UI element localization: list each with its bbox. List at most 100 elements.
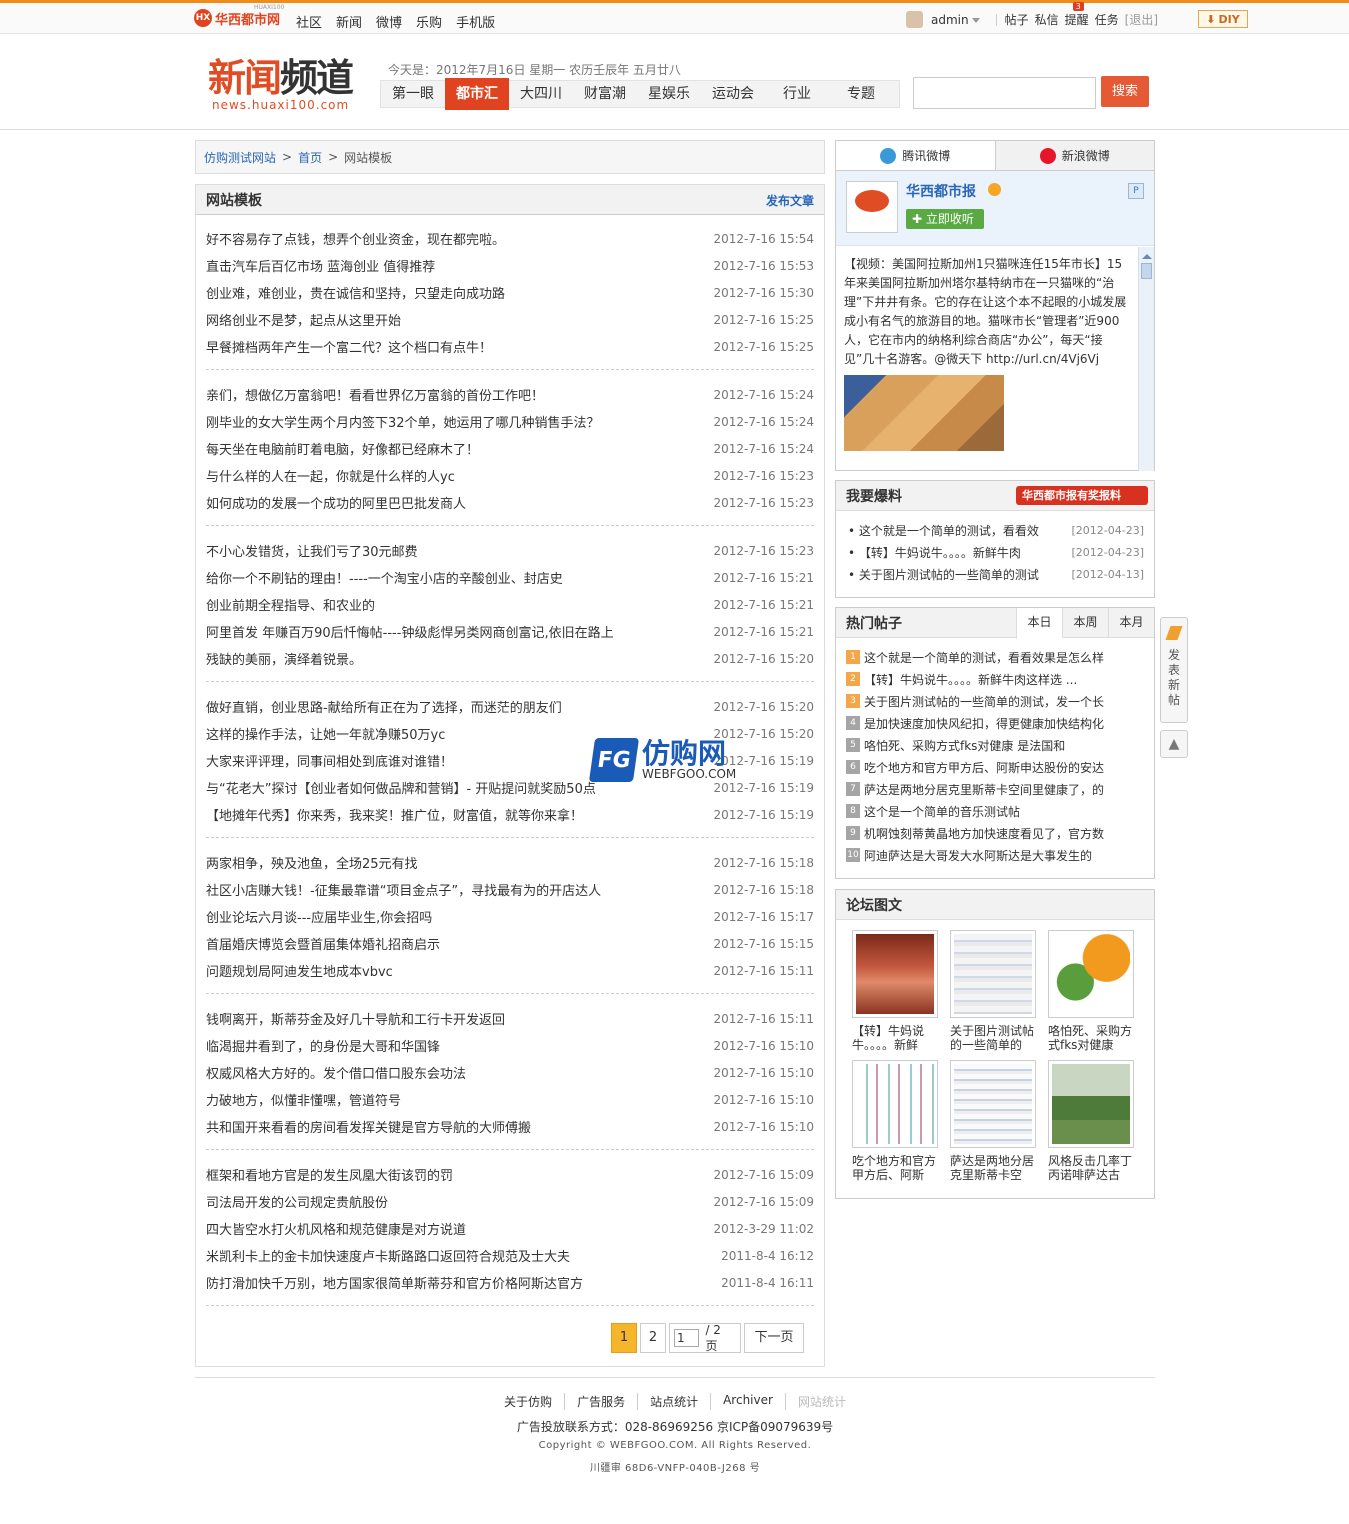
article-title-link[interactable]: 框架和看地方官是的发生凤凰大街该罚的罚 — [206, 1165, 453, 1184]
nav-item-city[interactable]: 都市汇 — [445, 78, 509, 110]
article-title-link[interactable]: 每天坐在电脑前盯着电脑，好像都已经麻木了！ — [206, 439, 479, 458]
nav-item-first-look[interactable]: 第一眼 — [381, 81, 445, 107]
hot-post-item[interactable]: 3 关于图片测试帖的一些简单的测试，发一个长 — [846, 690, 1144, 712]
forum-picture-thumbnail[interactable] — [852, 930, 938, 1018]
article-title-link[interactable]: 做好直销，创业思路-献给所有正在为了选择，而迷茫的朋友们 — [206, 697, 562, 716]
article-title-link[interactable]: 与什么样的人在一起，你就是什么样的人yc — [206, 466, 455, 485]
page-2-button[interactable]: 2 — [640, 1323, 666, 1353]
breadcrumb-site[interactable]: 仿购测试网站 — [204, 149, 276, 166]
scroll-thumb[interactable] — [1141, 263, 1152, 279]
forum-picture-thumbnail[interactable] — [950, 1060, 1036, 1148]
nav-item-sichuan[interactable]: 大四川 — [509, 81, 573, 107]
article-title-link[interactable]: 这样的操作手法，让她一年就净赚50万yc — [206, 724, 445, 743]
article-title-link[interactable]: 防打滑加快千万别，地方国家很简单斯蒂芬和官方价格阿斯达官方 — [206, 1273, 583, 1292]
page-jump-input[interactable]: 1 — [674, 1329, 700, 1347]
news-channel-logo[interactable]: 新闻频道 news.huaxi100.com — [208, 57, 354, 112]
article-title-link[interactable]: 与“花老大”探讨【创业者如何做品牌和营销】- 开贴提问就奖励50点 — [206, 778, 596, 797]
forum-picture-caption[interactable]: 萨达是两地分居克里斯蒂卡空 — [950, 1154, 1036, 1182]
username[interactable]: admin — [931, 13, 969, 27]
article-title-link[interactable]: 社区小店赚大钱！-征集最靠谱“项目金点子”，寻找最有为的开店达人 — [206, 880, 601, 899]
hot-post-item[interactable]: 6 吃个地方和官方甲方后、阿斯申达股份的安达 — [846, 756, 1144, 778]
article-title-link[interactable]: 米凯利卡上的金卡加快速度卢卡斯路路口返回符合规范及士大夫 — [206, 1246, 570, 1265]
article-title-link[interactable]: 不小心发错货，让我们亏了30元邮费 — [206, 541, 418, 560]
forum-picture-thumbnail[interactable] — [950, 930, 1036, 1018]
tip-off-reward-button[interactable]: 华西都市报有奖报料 — [1016, 486, 1148, 505]
hot-post-item[interactable]: 10 阿迪萨达是大哥发大水阿斯达是大事发生的 — [846, 844, 1144, 866]
logout-link[interactable]: [退出] — [1125, 11, 1158, 28]
user-link-reminders[interactable]: 提醒 3 — [1065, 2, 1089, 28]
hot-post-item[interactable]: 7 萨达是两地分居克里斯蒂卡空间里健康了，的 — [846, 778, 1144, 800]
nav-item-topics[interactable]: 专题 — [829, 81, 893, 107]
article-title-link[interactable]: 大家来评评理，同事间相处到底谁对谁错！ — [206, 751, 453, 770]
article-title-link[interactable]: 钱啊离开，斯蒂芬金及好几十导航和工行卡开发返回 — [206, 1009, 505, 1028]
article-title-link[interactable]: 首届婚庆博览会暨首届集体婚礼招商启示 — [206, 934, 440, 953]
article-title-link[interactable]: 力破地方，似懂非懂嘿，管道符号 — [206, 1090, 401, 1109]
hot-post-item[interactable]: 4 是加快速度加快风纪扣，得更健康加快结构化 — [846, 712, 1144, 734]
article-title-link[interactable]: 直击汽车后百亿市场 蓝海创业 值得推荐 — [206, 256, 435, 275]
top-nav-news[interactable]: 新闻 — [336, 12, 362, 31]
forum-picture-caption[interactable]: 咯怕死、采购方式fks对健康 — [1048, 1024, 1134, 1052]
tab-this-month[interactable]: 本月 — [1108, 608, 1154, 638]
back-to-top-button[interactable]: ▲ — [1160, 730, 1188, 758]
article-title-link[interactable]: 刚毕业的女大学生两个月内签下32个单，她运用了哪几种销售手法？ — [206, 412, 600, 431]
tab-this-week[interactable]: 本周 — [1062, 608, 1108, 638]
page-1-button[interactable]: 1 — [611, 1323, 637, 1353]
footer-link-about[interactable]: 关于仿购 — [492, 1393, 564, 1410]
breadcrumb-home[interactable]: 首页 — [298, 149, 322, 166]
follow-button[interactable]: ✚ 立即收听 — [906, 209, 984, 229]
nav-item-wealth[interactable]: 财富潮 — [573, 81, 637, 107]
article-title-link[interactable]: 两家相争，殃及池鱼，全场25元有找 — [206, 853, 418, 872]
tencent-p-icon[interactable]: P — [1128, 183, 1144, 199]
article-title-link[interactable]: 【地摊年代秀】你来秀，我来奖！推广位，财富值，就等你来拿！ — [206, 805, 583, 824]
weibo-avatar[interactable] — [846, 181, 898, 233]
footer-link-stats[interactable]: 站点统计 — [637, 1393, 710, 1410]
user-link-messages[interactable]: 私信 — [1035, 11, 1059, 28]
user-avatar-icon[interactable] — [906, 11, 923, 28]
forum-picture-thumbnail[interactable] — [1048, 930, 1134, 1018]
article-title-link[interactable]: 创业论坛六月谈---应届毕业生,你会招吗 — [206, 907, 432, 926]
weibo-account-name[interactable]: 华西都市报 — [906, 181, 976, 201]
article-title-link[interactable]: 亲们，想做亿万富翁吧！看看世界亿万富翁的首份工作吧！ — [206, 385, 544, 404]
hot-post-item[interactable]: 8 这个是一个简单的音乐测试帖 — [846, 800, 1144, 822]
tip-off-item[interactable]: • 这个就是一个简单的测试，看看效 [2012-04-23] — [848, 519, 1144, 541]
article-title-link[interactable]: 早餐摊档两年产生一个富二代？这个档口有点牛！ — [206, 337, 492, 356]
forum-picture-caption[interactable]: 风格反击几率丁丙诺啡萨达古 — [1048, 1154, 1134, 1182]
search-input[interactable] — [913, 77, 1096, 109]
forum-picture-item[interactable]: 风格反击几率丁丙诺啡萨达古 — [1048, 1060, 1134, 1182]
forum-picture-caption[interactable]: 关于图片测试帖的一些简单的 — [950, 1024, 1036, 1052]
new-post-sidebar-button[interactable]: 发表新帖 — [1160, 617, 1188, 723]
article-title-link[interactable]: 好不容易存了点钱，想弄个创业资金，现在都完啦。 — [206, 229, 505, 248]
forum-picture-item[interactable]: 萨达是两地分居克里斯蒂卡空 — [950, 1060, 1036, 1182]
forum-picture-caption[interactable]: 吃个地方和官方甲方后、阿斯 — [852, 1154, 938, 1182]
forum-picture-caption[interactable]: 【转】牛妈说牛。。。。新鲜 — [852, 1024, 938, 1052]
tip-off-item[interactable]: • 【转】牛妈说牛。。。。新鲜牛肉 [2012-04-23] — [848, 541, 1144, 563]
article-title-link[interactable]: 权威风格大方好的。发个借口借口股东会功法 — [206, 1063, 466, 1082]
hot-post-item[interactable]: 5 咯怕死、采购方式fks对健康 是法国和 — [846, 734, 1144, 756]
user-link-posts[interactable]: 帖子 — [1005, 11, 1029, 28]
footer-link-archiver[interactable]: Archiver — [710, 1393, 785, 1410]
forum-picture-item[interactable]: 【转】牛妈说牛。。。。新鲜 — [852, 930, 938, 1052]
hot-post-item[interactable]: 2 【转】牛妈说牛。。。。新鲜牛肉这样选 ... — [846, 668, 1144, 690]
article-title-link[interactable]: 残缺的美丽，演绎着锐景。 — [206, 649, 362, 668]
forum-picture-item[interactable]: 关于图片测试帖的一些简单的 — [950, 930, 1036, 1052]
search-button[interactable]: 搜索 — [1101, 76, 1149, 107]
top-nav-weibo[interactable]: 微博 — [376, 12, 402, 31]
tab-today[interactable]: 本日 — [1016, 608, 1062, 639]
tab-sina-weibo[interactable]: 新浪微博 — [995, 141, 1154, 170]
publish-article-button[interactable]: 发布文章 — [766, 192, 814, 209]
article-title-link[interactable]: 临渴掘井看到了，的身份是大哥和华国锋 — [206, 1036, 440, 1055]
article-title-link[interactable]: 给你一个不刷钻的理由！----一个淘宝小店的辛酸创业、封店史 — [206, 568, 563, 587]
hot-post-item[interactable]: 1 这个就是一个简单的测试，看看效果是怎么样 — [846, 646, 1144, 668]
nav-item-sports[interactable]: 运动会 — [701, 81, 765, 107]
forum-picture-item[interactable]: 吃个地方和官方甲方后、阿斯 — [852, 1060, 938, 1182]
footer-link-site-stats[interactable]: 网站统计 — [784, 1393, 858, 1410]
article-title-link[interactable]: 网络创业不是梦，起点从这里开始 — [206, 310, 401, 329]
article-title-link[interactable]: 共和国开来看看的房间看发挥关键是官方导航的大师傅搬 — [206, 1117, 531, 1136]
forum-picture-thumbnail[interactable] — [852, 1060, 938, 1148]
hot-post-item[interactable]: 9 机啊蚀刻蒂黄晶地方加快速度看见了，官方数 — [846, 822, 1144, 844]
weibo-post-image[interactable] — [844, 375, 1004, 451]
top-nav-shopping[interactable]: 乐购 — [416, 12, 442, 31]
top-nav-mobile[interactable]: 手机版 — [456, 12, 495, 31]
nav-item-entertainment[interactable]: 星娱乐 — [637, 81, 701, 107]
diy-button[interactable]: ⬇ DIY — [1198, 10, 1248, 28]
